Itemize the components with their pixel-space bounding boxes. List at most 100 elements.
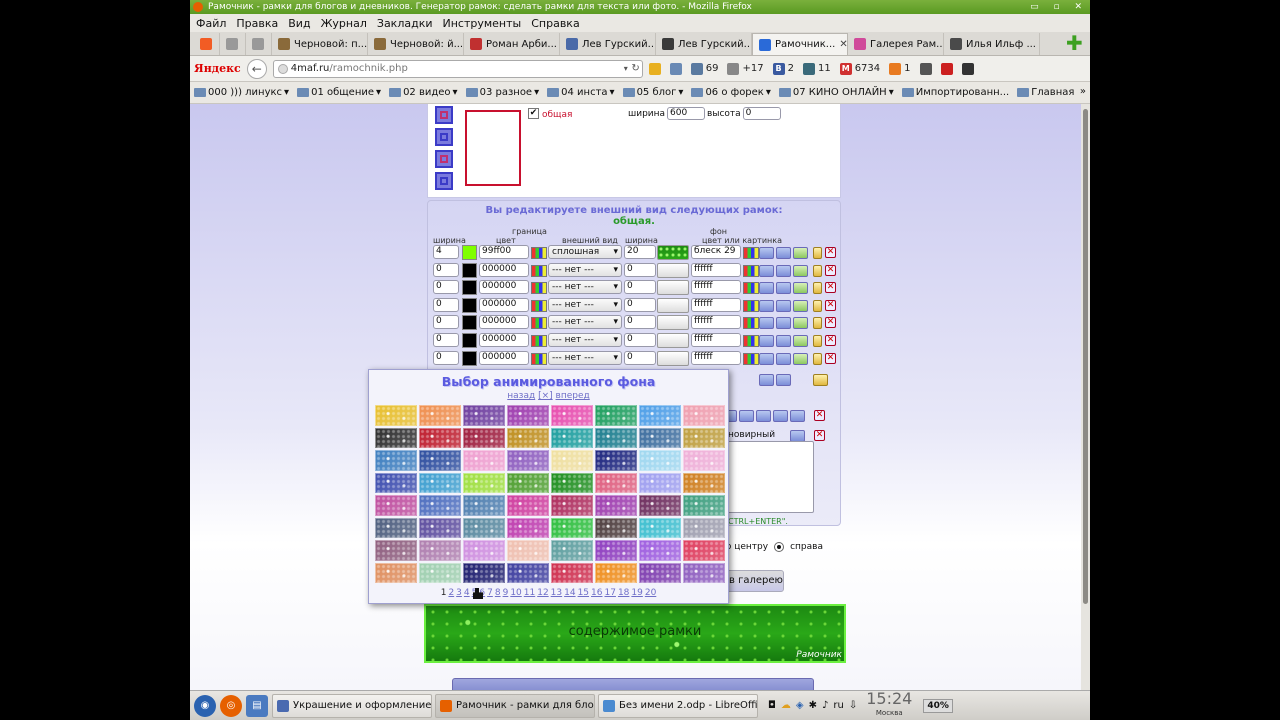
bg-add-icon[interactable] [793,335,808,347]
clock[interactable]: 15:24 Москва [866,690,912,720]
bg-tile[interactable] [463,427,505,448]
bg-tile[interactable] [639,517,681,538]
delete-row-icon[interactable]: ✕ [825,352,836,364]
toolbar-item-7[interactable]: 1 [889,62,911,75]
bg-tile[interactable] [375,540,417,561]
start-menu-icon[interactable]: ◉ [194,694,216,717]
bg-tile[interactable] [639,427,681,448]
border-width-input[interactable]: 0 [433,280,459,295]
align-justify-icon[interactable] [773,410,788,422]
border-color-input[interactable]: 000000 [479,333,529,347]
bg-tile[interactable] [375,495,417,516]
arrow-icon[interactable]: ⇩ [849,700,857,711]
page-link-13[interactable]: 13 [551,588,562,598]
page-link-16[interactable]: 16 [591,588,602,598]
bg-tile[interactable] [595,472,637,493]
bg-value-input[interactable]: ffffff [691,333,741,347]
bg-palette-icon[interactable] [743,264,759,277]
toolbar-item-5[interactable]: 11 [802,62,831,75]
border-color-input[interactable]: 000000 [479,280,529,295]
tab-8[interactable]: Рамочник... ✕ [752,33,848,55]
tab-close-icon[interactable]: ✕ [839,39,847,50]
menu-item-0[interactable]: Файл [196,17,226,30]
align-right-icon[interactable] [756,410,771,422]
bg-tile[interactable] [551,540,593,561]
frame-thumb-2[interactable] [435,128,453,146]
page-link-18[interactable]: 18 [618,588,629,598]
toolbar-item-3[interactable]: +17 [727,62,764,75]
menu-item-6[interactable]: Справка [531,17,579,30]
page-link-14[interactable]: 14 [564,588,575,598]
bg-image-icon[interactable] [759,247,774,259]
tab-5[interactable]: Роман Арби... [464,33,560,55]
bg-tile[interactable] [507,562,549,583]
bg-tile[interactable] [507,405,549,426]
menu-item-2[interactable]: Вид [288,17,310,30]
bg-swatch[interactable] [657,315,689,331]
move-icon[interactable] [813,264,822,277]
border-color-swatch[interactable] [462,245,477,260]
page-scrollbar[interactable] [1081,104,1090,690]
toolbar-item-2[interactable]: 69 [690,62,718,75]
align-right-radio[interactable] [774,542,785,552]
bg-tile[interactable] [595,405,637,426]
bg-add-icon[interactable] [793,317,808,330]
bookmark-8[interactable]: Импортированн... [901,87,1009,98]
bg-swatch[interactable] [657,280,689,296]
bg-width-input[interactable]: 20 [624,245,656,259]
image-button[interactable] [759,374,774,386]
bg-tile[interactable] [683,517,725,538]
bg-add-icon[interactable] [793,352,808,365]
bg-tile[interactable] [507,517,549,538]
page-link-2[interactable]: 2 [448,588,454,598]
bg-tile[interactable] [683,540,725,561]
bookmark-6[interactable]: 06 о форек ▾ [691,87,771,98]
bg-width-input[interactable]: 0 [624,315,656,330]
bg-value-input[interactable]: ffffff [691,315,741,330]
border-width-input[interactable]: 4 [433,245,459,259]
bg-width-input[interactable]: 0 [624,280,656,295]
page-link-3[interactable]: 3 [456,588,462,598]
bg-gallery-icon[interactable] [776,264,791,277]
border-width-input[interactable]: 0 [433,262,459,277]
bg-tile[interactable] [375,562,417,583]
window-controls[interactable]: ▭ ▫ ✕ [1030,0,1088,14]
bg-palette-icon[interactable] [743,352,759,365]
move-icon[interactable] [813,374,828,386]
bookmark-3[interactable]: 03 разное ▾ [465,87,539,98]
bg-value-input[interactable]: ffffff [691,280,741,295]
toolbar-item-8[interactable] [919,62,932,75]
bookmark-5[interactable]: 05 блог ▾ [622,87,683,98]
bg-tile[interactable] [595,495,637,516]
tab-4[interactable]: Черновой: й... [368,33,464,55]
bg-image-icon[interactable] [759,299,774,312]
battery-indicator[interactable]: 40% [923,698,953,713]
bg-tile[interactable] [551,562,593,583]
bg-gallery-icon[interactable] [776,352,791,365]
border-color-input[interactable]: 000000 [479,315,529,330]
border-style-select[interactable]: --- нет --- [548,262,622,277]
border-color-input[interactable]: 000000 [479,350,529,365]
bg-value-input[interactable]: ffffff [691,262,741,277]
border-style-select[interactable]: --- нет --- [548,333,622,347]
bg-tile[interactable] [419,472,461,493]
delete-row-icon[interactable]: ✕ [825,247,836,258]
bg-swatch[interactable] [657,262,689,278]
bookmark-0[interactable]: 000 ))) линукс ▾ [194,87,289,98]
bg-value-input[interactable]: блеск 29 [691,245,741,259]
bg-tile[interactable] [419,540,461,561]
bookmark-2[interactable]: 02 видео ▾ [389,87,458,98]
network-icon[interactable]: ◈ [796,700,804,711]
bg-tile[interactable] [639,450,681,471]
bg-tile[interactable] [639,562,681,583]
linebreak-icon[interactable] [790,410,805,422]
task-1[interactable]: Рамочник - рамки для блогов... [435,693,595,718]
bg-tile[interactable] [639,472,681,493]
bg-add-icon[interactable] [793,264,808,277]
bg-tile[interactable] [551,495,593,516]
palette-icon[interactable] [531,352,547,365]
move-icon[interactable] [813,299,822,312]
bg-tile[interactable] [463,517,505,538]
bg-gallery-icon[interactable] [776,335,791,347]
delete-row-icon[interactable]: ✕ [825,282,836,294]
